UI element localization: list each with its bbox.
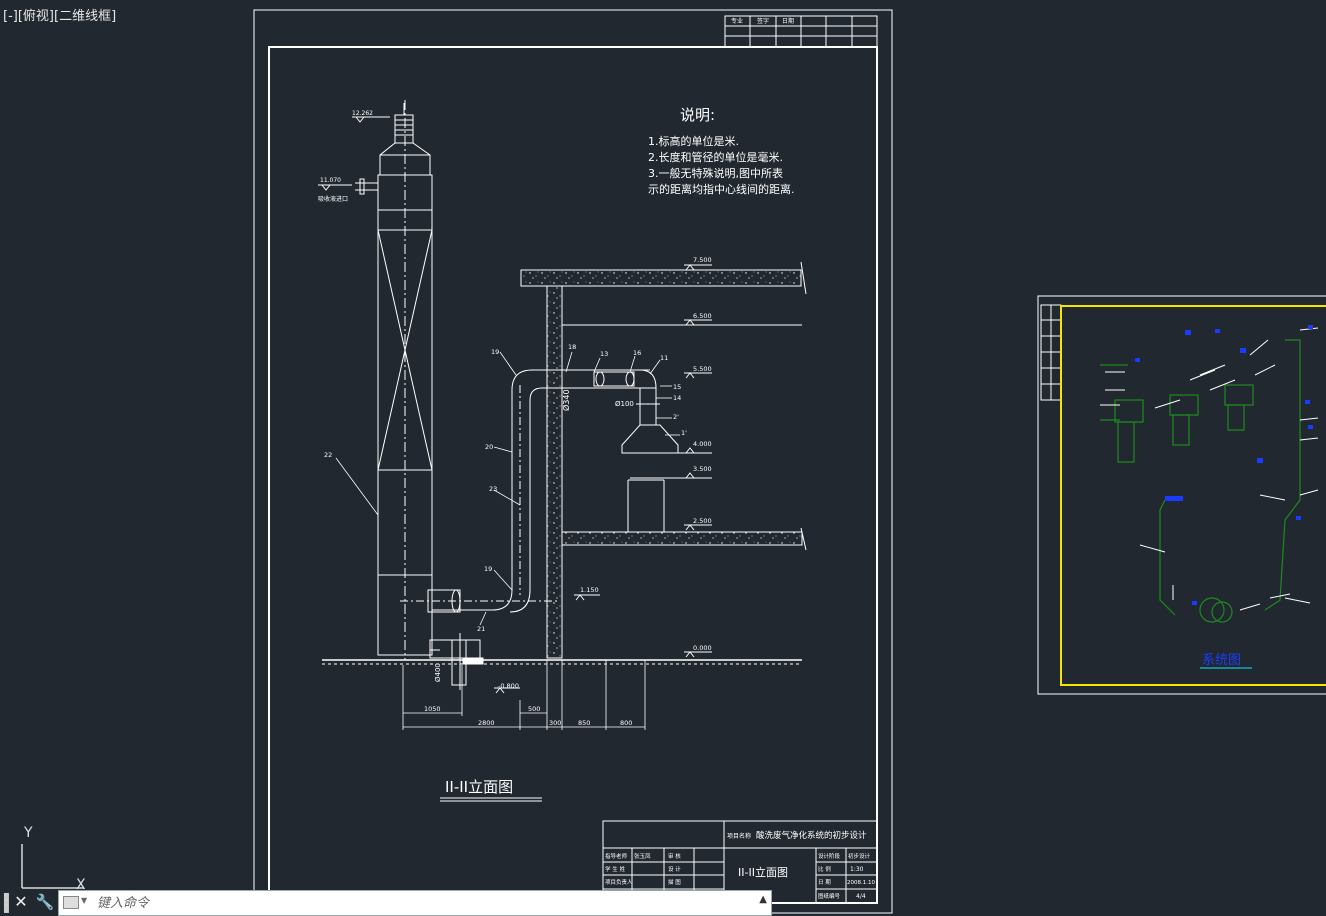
notes-line: 2.长度和管径的单位是毫米. — [648, 150, 783, 164]
notes-heading: 说明: — [680, 106, 715, 124]
elev-1150: 1.150 — [580, 586, 599, 594]
tb-cell: 项目负责人 — [605, 878, 633, 886]
elev-7500: 7.500 — [693, 256, 712, 264]
tb-cell: 日 期 — [818, 879, 831, 886]
ucs-icon: Y X — [21, 825, 86, 892]
callout-2p: 2' — [673, 413, 679, 421]
elev-5500: 5.500 — [693, 365, 712, 373]
absorption-tower — [318, 100, 433, 660]
tb-cell: 审 核 — [668, 852, 681, 860]
sheet-outer-border — [253, 9, 893, 914]
customize-wrench-icon[interactable]: 🔧 — [34, 891, 56, 913]
callout-15: 15 — [673, 383, 681, 391]
sheet-system-diagram: 系统图 — [1037, 295, 1326, 695]
elev-0000: 0.000 — [693, 644, 712, 652]
callout-22: 22 — [324, 451, 332, 459]
tb-cell: 1:30 — [850, 866, 864, 873]
recent-commands-icon[interactable]: ▲ — [759, 894, 767, 905]
tb-cell: 张玉凤 — [634, 852, 651, 860]
viewport-controls: [-][俯视][二维线框] — [3, 5, 116, 24]
callout-11: 11 — [660, 354, 668, 362]
dim-2800: 2800 — [478, 719, 495, 727]
tb-cell: 学 生 姓 — [605, 865, 625, 873]
dim-300: 300 — [549, 719, 561, 727]
tb-cell: 4/4 — [856, 893, 866, 900]
elev-6500: 6.500 — [693, 312, 712, 320]
dim-850: 850 — [578, 719, 590, 727]
command-input-box: ▼ ▲ — [58, 890, 772, 916]
tb-drawing-name: II-II立面图 — [738, 865, 788, 879]
tb-project-name: 酸洗废气净化系统的初步设计 — [756, 830, 867, 841]
tb-cell: 图纸编号 — [818, 892, 841, 900]
tb-cell: 指导老师 — [605, 852, 628, 860]
notes-line: 1.标高的单位是米. — [648, 134, 739, 148]
elev-12262: 12.262 — [352, 110, 373, 117]
elev-4000: 4.000 — [693, 440, 712, 448]
drawing-canvas[interactable]: 专业 签字 日期 说明: 1.标高的单位是米. 2.长度和管径的单位是毫米. 3… — [0, 0, 1326, 916]
dim-phi400: Ø400 — [434, 663, 442, 682]
callout-14: 14 — [673, 394, 681, 402]
tb-cell: 比 例 — [818, 865, 831, 873]
viewport-menu[interactable]: [-] — [3, 9, 18, 24]
elev-11070: 11.070 — [320, 177, 341, 184]
callout-21: 21 — [477, 625, 485, 633]
tb-cell: 设 计 — [668, 865, 681, 873]
chevron-down-icon[interactable]: ▼ — [81, 896, 87, 905]
ductwork — [400, 369, 657, 690]
callout-1p: 1' — [681, 429, 687, 437]
system-diagram-title: 系统图 — [1202, 653, 1241, 668]
tb-top-label: 日期 — [782, 17, 794, 25]
callout-18: 18 — [568, 343, 576, 351]
elev-minus-0800: -0.800 — [498, 682, 519, 690]
dim-1050: 1050 — [424, 705, 441, 713]
section-title: II-II立面图 — [445, 778, 513, 796]
callout-13: 13 — [600, 350, 608, 358]
dim-phi100: Ø100 — [615, 400, 634, 408]
tb-cell: 描 图 — [668, 878, 681, 886]
sheet-inner-border — [268, 46, 878, 904]
notes-line: 3.一般无特殊说明,图中所表 — [648, 166, 783, 180]
notes-line: 示的距离均指中心线间的距离. — [648, 182, 795, 196]
tb-top-label: 专业 — [731, 17, 743, 25]
command-line: ▪▪▪▪ ✕ 🔧 ▼ ▲ — [0, 889, 772, 916]
tb-cell: 设计阶段 — [818, 852, 841, 860]
ucs-y-label: Y — [23, 825, 33, 841]
elev-3500: 3.500 — [693, 465, 712, 473]
tb-project-label: 项目名称 — [727, 832, 751, 840]
callout-16: 16 — [633, 349, 641, 357]
sheet-main — [253, 9, 893, 914]
callout-23: 23 — [489, 485, 497, 493]
elev-2500: 2.500 — [693, 517, 712, 525]
command-prompt-icon[interactable] — [63, 896, 79, 909]
callout-19: 19 — [491, 348, 499, 356]
top-title-block — [724, 15, 878, 48]
close-icon[interactable]: ✕ — [12, 891, 30, 913]
tb-top-label: 签字 — [757, 17, 769, 25]
tb-cell: 2008.1.10 — [847, 880, 875, 886]
view-menu[interactable]: [俯视] — [18, 9, 54, 24]
callout-19: 19 — [484, 565, 492, 573]
inlet-label: 吸收液进口 — [318, 195, 348, 203]
dim-800: 800 — [620, 719, 632, 727]
dim-phi340: Ø340 — [561, 389, 571, 411]
visual-style-menu[interactable]: [二维线框] — [54, 9, 116, 24]
concrete-structure — [520, 269, 803, 659]
tb-cell: 初步设计 — [848, 852, 871, 860]
drag-handle-icon[interactable]: ▪ ▪ ▪ ▪ — [3, 891, 10, 916]
callout-20: 20 — [485, 443, 493, 451]
dim-500: 500 — [528, 705, 540, 713]
command-input[interactable] — [95, 893, 749, 913]
